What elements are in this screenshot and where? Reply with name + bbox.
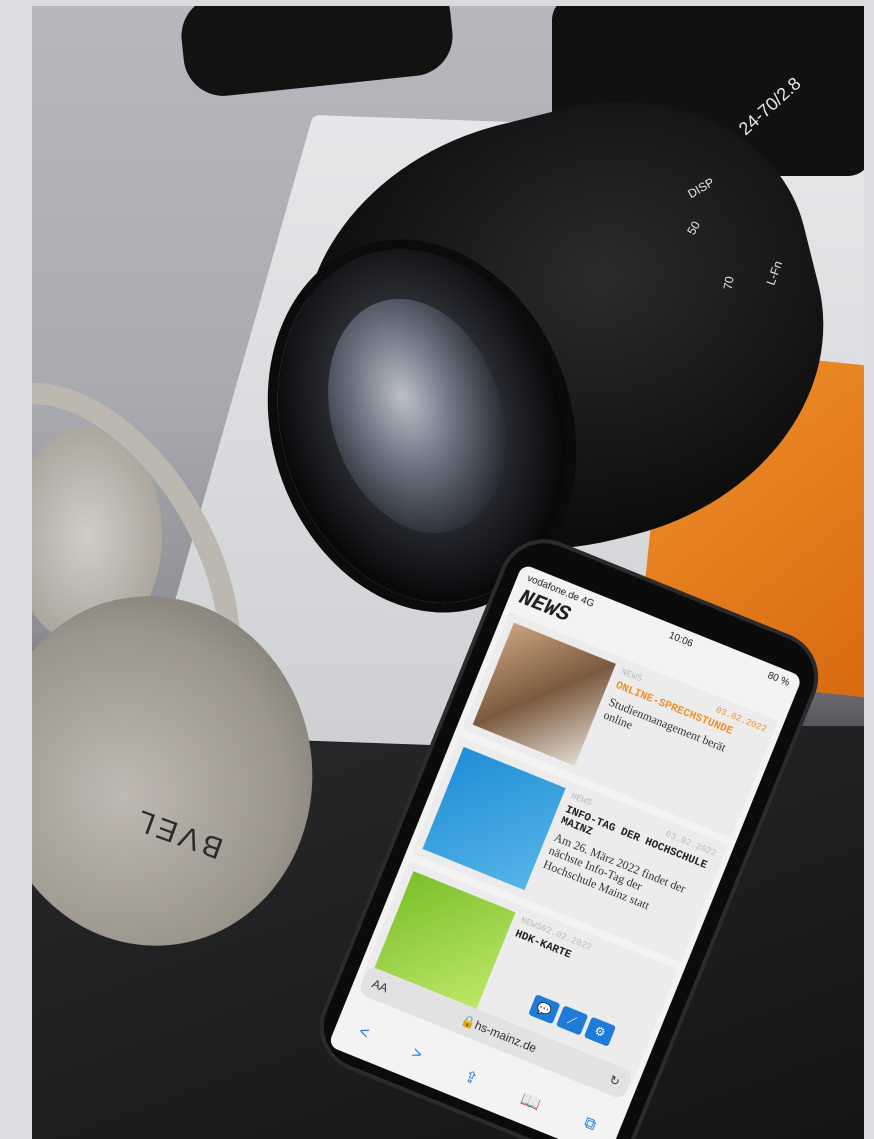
back-button[interactable]: < [355, 1023, 371, 1045]
share-icon[interactable]: ⇪ [461, 1066, 481, 1090]
bookmarks-icon[interactable]: 📖 [518, 1089, 544, 1115]
frame-left [0, 0, 32, 1139]
lens-70-label: 70 [720, 275, 737, 291]
reader-aa-button[interactable]: AA [370, 976, 390, 995]
tabs-icon[interactable]: ⧉ [580, 1114, 598, 1137]
second-lens [177, 6, 457, 100]
forward-button[interactable]: > [408, 1045, 424, 1067]
frame-right [864, 0, 874, 1139]
reload-icon[interactable]: ↻ [607, 1072, 622, 1089]
product-photo: 24-70/2.8 DISP 50 70 L-Fn BVEL vodafone.… [32, 6, 864, 1139]
